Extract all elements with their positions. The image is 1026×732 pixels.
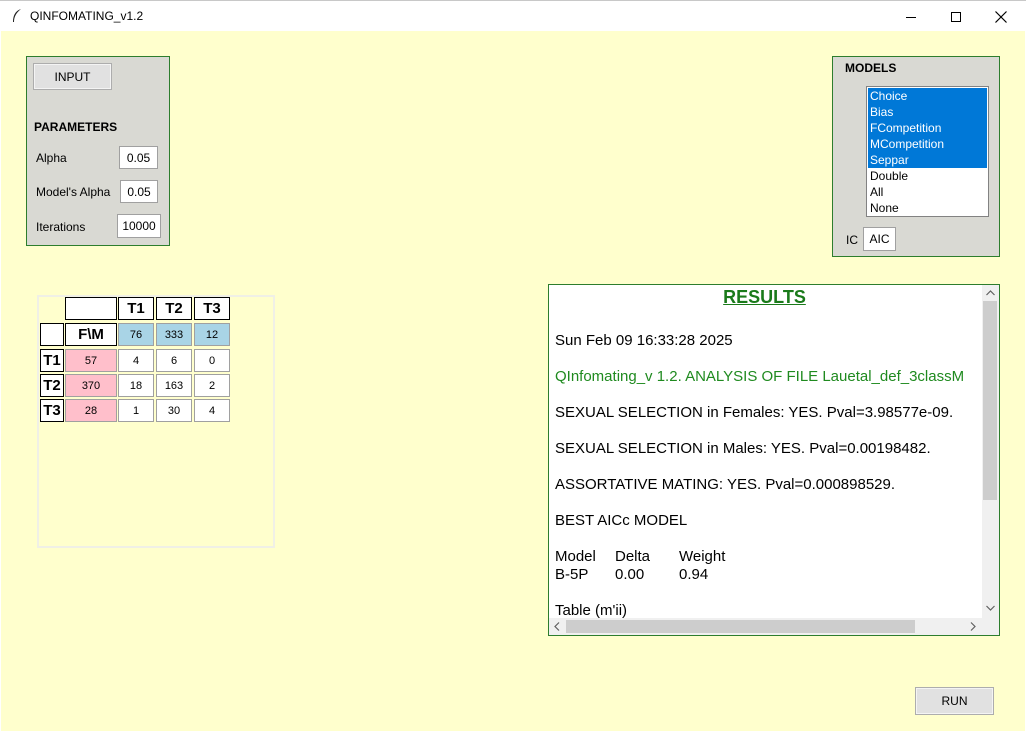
row-header-t3: T3 bbox=[40, 399, 64, 422]
results-model-value: B-5P bbox=[555, 566, 589, 583]
results-date: Sun Feb 09 16:33:28 2025 bbox=[555, 332, 733, 349]
male-total-t3[interactable]: 12 bbox=[194, 323, 230, 346]
parameters-heading: PARAMETERS bbox=[34, 120, 118, 134]
vertical-scroll-thumb[interactable] bbox=[983, 301, 997, 500]
model-option-all[interactable]: All bbox=[868, 184, 987, 200]
table-cell[interactable]: 2 bbox=[194, 374, 230, 397]
col-header-t2: T2 bbox=[156, 297, 192, 320]
parameters-panel: INPUT PARAMETERS Alpha 0.05 Model's Alph… bbox=[26, 56, 170, 246]
table-cell[interactable]: 4 bbox=[194, 399, 230, 422]
window-title: QINFOMATING_v1.2 bbox=[30, 9, 144, 23]
alpha-field[interactable]: 0.05 bbox=[119, 146, 158, 169]
title-bar: QINFOMATING_v1.2 bbox=[0, 0, 1026, 31]
results-horizontal-scrollbar[interactable] bbox=[549, 618, 982, 635]
results-assortative-mating: ASSORTATIVE MATING: YES. Pval=0.00089852… bbox=[555, 476, 896, 493]
models-heading: MODELS bbox=[845, 61, 897, 75]
horizontal-scroll-thumb[interactable] bbox=[566, 620, 915, 633]
scrollbar-corner bbox=[982, 618, 999, 635]
scroll-up-icon[interactable] bbox=[986, 290, 995, 296]
female-total-t3[interactable]: 28 bbox=[65, 399, 117, 422]
model-alpha-label: Model's Alpha bbox=[36, 185, 111, 199]
results-model-col-header: Model bbox=[555, 548, 596, 565]
results-delta-value: 0.00 bbox=[615, 566, 645, 583]
results-weight-col-header: Weight bbox=[679, 548, 726, 565]
minimize-button[interactable] bbox=[888, 1, 934, 32]
results-table-label: Table (m'ii) bbox=[555, 602, 628, 619]
model-option-fcompetition[interactable]: FCompetition bbox=[868, 120, 987, 136]
results-panel: RESULTS Sun Feb 09 16:33:28 2025 QInfoma… bbox=[548, 284, 1000, 636]
male-total-t1[interactable]: 76 bbox=[118, 323, 154, 346]
model-option-seppar[interactable]: Seppar bbox=[868, 152, 987, 168]
female-total-t1[interactable]: 57 bbox=[65, 349, 117, 372]
table-cell[interactable]: 0 bbox=[194, 349, 230, 372]
input-button[interactable]: INPUT bbox=[33, 63, 112, 90]
results-title: RESULTS bbox=[723, 287, 806, 307]
feather-icon bbox=[13, 9, 21, 22]
results-delta-col-header: Delta bbox=[615, 548, 651, 565]
table-cell[interactable]: 4 bbox=[118, 349, 154, 372]
scroll-down-icon[interactable] bbox=[986, 605, 995, 611]
results-male-selection: SEXUAL SELECTION in Males: YES. Pval=0.0… bbox=[555, 440, 931, 457]
results-female-selection: SEXUAL SELECTION in Females: YES. Pval=3… bbox=[555, 404, 954, 421]
table-cell[interactable]: 163 bbox=[156, 374, 192, 397]
maximize-button[interactable] bbox=[933, 1, 979, 32]
run-button[interactable]: RUN bbox=[915, 687, 994, 715]
close-icon bbox=[995, 10, 1007, 23]
model-option-bias[interactable]: Bias bbox=[868, 104, 987, 120]
iterations-field[interactable]: 10000 bbox=[117, 214, 161, 238]
alpha-label: Alpha bbox=[36, 151, 67, 165]
results-vertical-scrollbar[interactable] bbox=[982, 285, 999, 618]
female-total-t2[interactable]: 370 bbox=[65, 374, 117, 397]
models-listbox[interactable]: Choice Bias FCompetition MCompetition Se… bbox=[866, 86, 989, 217]
col-header-t1: T1 bbox=[118, 297, 154, 320]
model-option-mcompetition[interactable]: MCompetition bbox=[868, 136, 987, 152]
scroll-left-icon[interactable] bbox=[554, 622, 560, 631]
male-total-t2[interactable]: 333 bbox=[156, 323, 192, 346]
results-best-model-heading: BEST AICc MODEL bbox=[555, 512, 688, 529]
iterations-label: Iterations bbox=[36, 220, 86, 234]
model-option-choice[interactable]: Choice bbox=[868, 88, 987, 104]
close-button[interactable] bbox=[978, 1, 1024, 32]
models-panel: MODELS Choice Bias FCompetition MCompeti… bbox=[832, 56, 1000, 257]
scroll-right-icon[interactable] bbox=[970, 622, 976, 631]
model-option-none[interactable]: None bbox=[868, 200, 987, 216]
table-cell[interactable]: 1 bbox=[118, 399, 154, 422]
col-header-t3: T3 bbox=[194, 297, 230, 320]
maximize-icon bbox=[951, 11, 961, 22]
table-blank-header bbox=[65, 297, 117, 320]
ic-field[interactable]: AIC bbox=[863, 227, 896, 251]
model-option-double[interactable]: Double bbox=[868, 168, 987, 184]
table-cell[interactable]: 18 bbox=[118, 374, 154, 397]
ic-label: IC bbox=[846, 233, 858, 247]
table-cell[interactable]: 6 bbox=[156, 349, 192, 372]
results-analysis-line: QInfomating_v 1.2. ANALYSIS OF FILE Laue… bbox=[555, 368, 965, 385]
row-header-t1: T1 bbox=[40, 349, 64, 372]
app-client-area: INPUT PARAMETERS Alpha 0.05 Model's Alph… bbox=[1, 31, 1025, 731]
table-corner-label: F\M bbox=[65, 323, 117, 346]
table-cell[interactable]: 30 bbox=[156, 399, 192, 422]
table-blank-corner bbox=[40, 323, 64, 346]
model-alpha-field[interactable]: 0.05 bbox=[120, 180, 158, 203]
minimize-icon bbox=[906, 16, 916, 18]
row-header-t2: T2 bbox=[40, 374, 64, 397]
results-weight-value: 0.94 bbox=[679, 566, 709, 583]
